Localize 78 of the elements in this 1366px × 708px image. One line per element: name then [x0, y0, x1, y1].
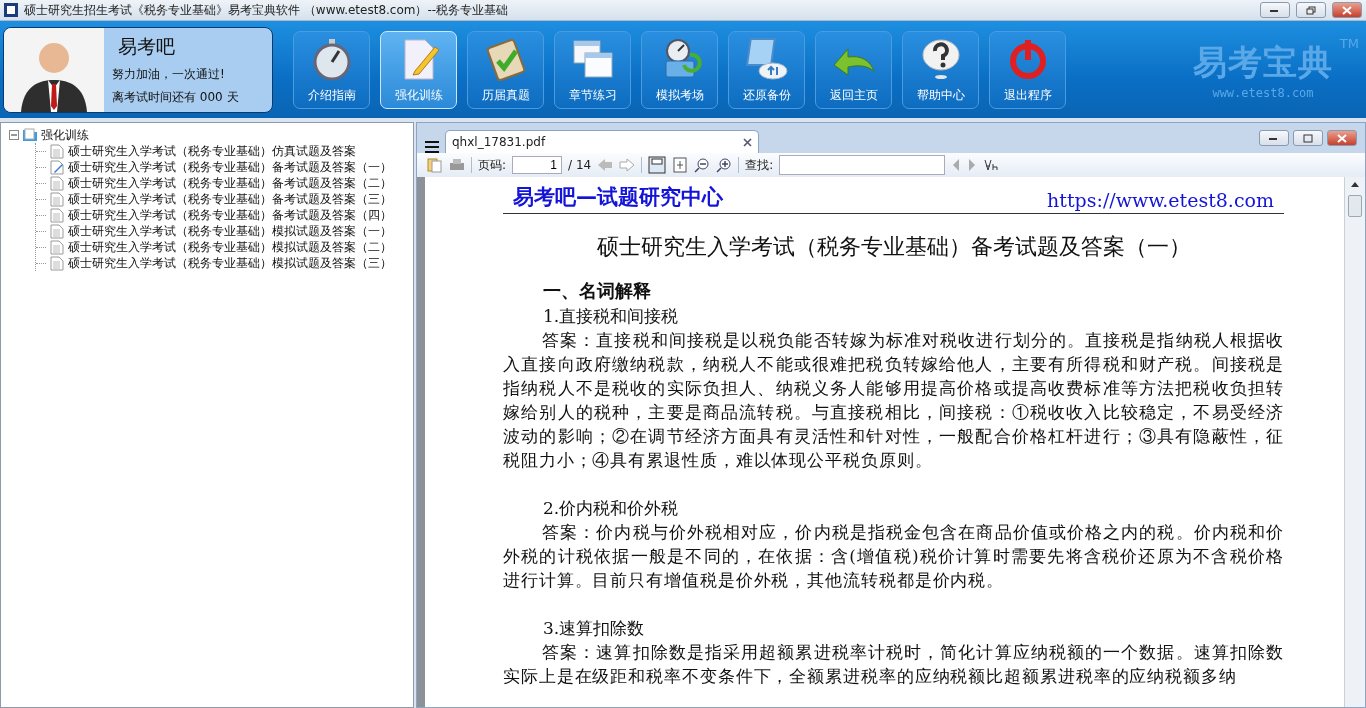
tree-item[interactable]: 硕士研究生入学考试（税务专业基础）模拟试题及答案（二）	[68, 238, 392, 256]
scrollbar[interactable]	[1344, 177, 1365, 707]
left-arrow-icon	[597, 158, 614, 172]
section-heading: 一、名词解释	[542, 279, 652, 303]
find-field[interactable]	[779, 155, 946, 175]
next-icon	[967, 158, 978, 172]
scroll-thumb[interactable]	[1348, 195, 1362, 217]
tree-item[interactable]: 强化训练	[41, 126, 89, 144]
document-icon	[50, 191, 64, 207]
answer-paragraph: 答案：速算扣除数是指采用超额累进税率计税时，简化计算应纳税额的一个数据。速算扣除数实际上是在级距和税率不变条件下，全额累进税率的应纳税额比超额累进税率的应纳税额多纳	[503, 641, 1284, 688]
tree-item[interactable]: 硕士研究生入学考试（税务专业基础）仿真试题及答案	[68, 142, 356, 160]
document-pencil-icon	[50, 159, 64, 175]
page-total: / 14	[568, 158, 592, 172]
trademark-mark: TM	[1339, 35, 1359, 51]
tree-item[interactable]: 硕士研究生入学考试（税务专业基础）备考试题及答案（二）	[68, 174, 392, 192]
document-icon	[50, 143, 64, 159]
tree-item[interactable]: 硕士研究生入学考试（税务专业基础）模拟试题及答案（一）	[68, 222, 392, 240]
tree-item[interactable]: 硕士研究生入学考试（税务专业基础）模拟试题及答案（三）	[68, 254, 392, 272]
close-icon	[1337, 133, 1347, 143]
close-button[interactable]	[1327, 130, 1357, 146]
countdown-text: 离考试时间还有 000 天	[112, 88, 239, 106]
toolbar-button[interactable]: 介绍指南	[293, 30, 370, 109]
page-field[interactable]: 1	[512, 156, 563, 174]
zoom-in-icon	[716, 157, 733, 173]
question-heading: 3.速算扣除数	[542, 617, 646, 640]
window-title: 硕士研究生招生考试《税务专业基础》易考宝典软件 （www.etest8.com）--税务专业基础	[24, 1, 510, 19]
copy-icon	[427, 157, 443, 173]
file-tab[interactable]: qhxl_17831.pdf	[445, 130, 759, 153]
document-icon	[50, 255, 64, 271]
tree-item[interactable]: 硕士研究生入学考试（税务专业基础）备考试题及答案（一）	[68, 158, 392, 176]
match-case-icon	[983, 158, 1000, 172]
question-heading: 1.直接税和间接税	[542, 305, 680, 328]
brand-url: www.etest8.com	[1212, 85, 1314, 100]
document-icon	[50, 175, 64, 191]
answer-paragraph: 答案：直接税和间接税是以税负能否转嫁为标准对税收进行划分的。直接税是指纳税人根据收入直接向政府缴纳税款，纳税人不能或很难把税负转嫁给他人，主要有所得税和财产税。间接税是指纳税人不是税收的实际负担人、纳税义务人能够用提高价格或提高收费标准等方法把税收负担转嫁给别人的税种，主要是商品流转税。与直接税相比，间接税：①税收收入比较稳定，不易受经济波动的影响；②在调节经济方面具有灵活性和针对性，一般配合价格杠杆进行；③具有隐蔽性，征税阻力小；④具有累退性质，难以体现公平税负原则。	[503, 329, 1284, 472]
maximize-icon	[1303, 133, 1313, 143]
question-heading: 2.价内税和价外税	[542, 497, 680, 520]
restore-button[interactable]	[1296, 2, 1326, 18]
motto-text: 努力加油，一次通过!	[112, 65, 226, 83]
user-name: 易考吧	[117, 33, 176, 59]
toolbar-button[interactable]: 退出程序	[989, 30, 1066, 109]
find-label: 查找:	[745, 156, 774, 174]
tree-item[interactable]: 硕士研究生入学考试（税务专业基础）备考试题及答案（三）	[68, 190, 392, 208]
folder-icon	[22, 128, 38, 142]
toolbar-button[interactable]: 历届真题	[467, 30, 544, 109]
toolbar-button[interactable]: 返回主页	[815, 30, 892, 109]
tree-item[interactable]: 硕士研究生入学考试（税务专业基础）备考试题及答案（四）	[68, 206, 392, 224]
document-icon	[50, 239, 64, 255]
close-button[interactable]	[1332, 2, 1362, 18]
document-icon	[50, 223, 64, 239]
close-icon	[743, 137, 752, 147]
previous-icon	[951, 158, 962, 172]
minimize-button[interactable]	[1259, 130, 1289, 146]
fit-page-icon	[648, 156, 667, 174]
close-icon	[1342, 5, 1352, 15]
document-header: 易考吧—试题研究中心	[513, 184, 723, 211]
document-url: https://www.etest8.com	[1047, 189, 1274, 211]
restore-icon	[1306, 5, 1316, 15]
app-icon	[4, 3, 18, 17]
document-title: 硕士研究生入学考试（税务专业基础）备考试题及答案（一）	[595, 233, 1192, 261]
zoom-out-icon	[694, 157, 711, 173]
toolbar-button[interactable]: 章节练习	[554, 30, 631, 109]
toolbar-button[interactable]: 模拟考场	[641, 30, 718, 109]
brand-logo: 易考宝典	[1193, 40, 1333, 84]
print-icon	[449, 157, 465, 173]
answer-paragraph: 答案：价内税与价外税相对应，价内税是指税金包含在商品价值或价格之内的税。价内税和价外税的计税依据一般是不同的，在依据：含(增值税)税价计算时需要先将含税价还原为不含税价格进行计算。目前只有增值税是价外税，其他流转税都是价内税。	[503, 521, 1284, 592]
minimize-button[interactable]	[1260, 2, 1290, 18]
computer-cloud-icon	[744, 36, 789, 81]
right-arrow-icon	[619, 158, 636, 172]
minus-icon[interactable]	[9, 130, 19, 140]
minimize-icon	[1269, 135, 1279, 141]
document-icon	[50, 207, 64, 223]
menu-icon	[425, 141, 439, 153]
fit-width-icon	[672, 157, 689, 173]
minimize-icon	[1270, 7, 1280, 13]
toolbar-button[interactable]: 帮助中心	[902, 30, 979, 109]
page-label: 页码:	[478, 156, 507, 174]
toolbar-button[interactable]: 还原备份	[728, 30, 805, 109]
